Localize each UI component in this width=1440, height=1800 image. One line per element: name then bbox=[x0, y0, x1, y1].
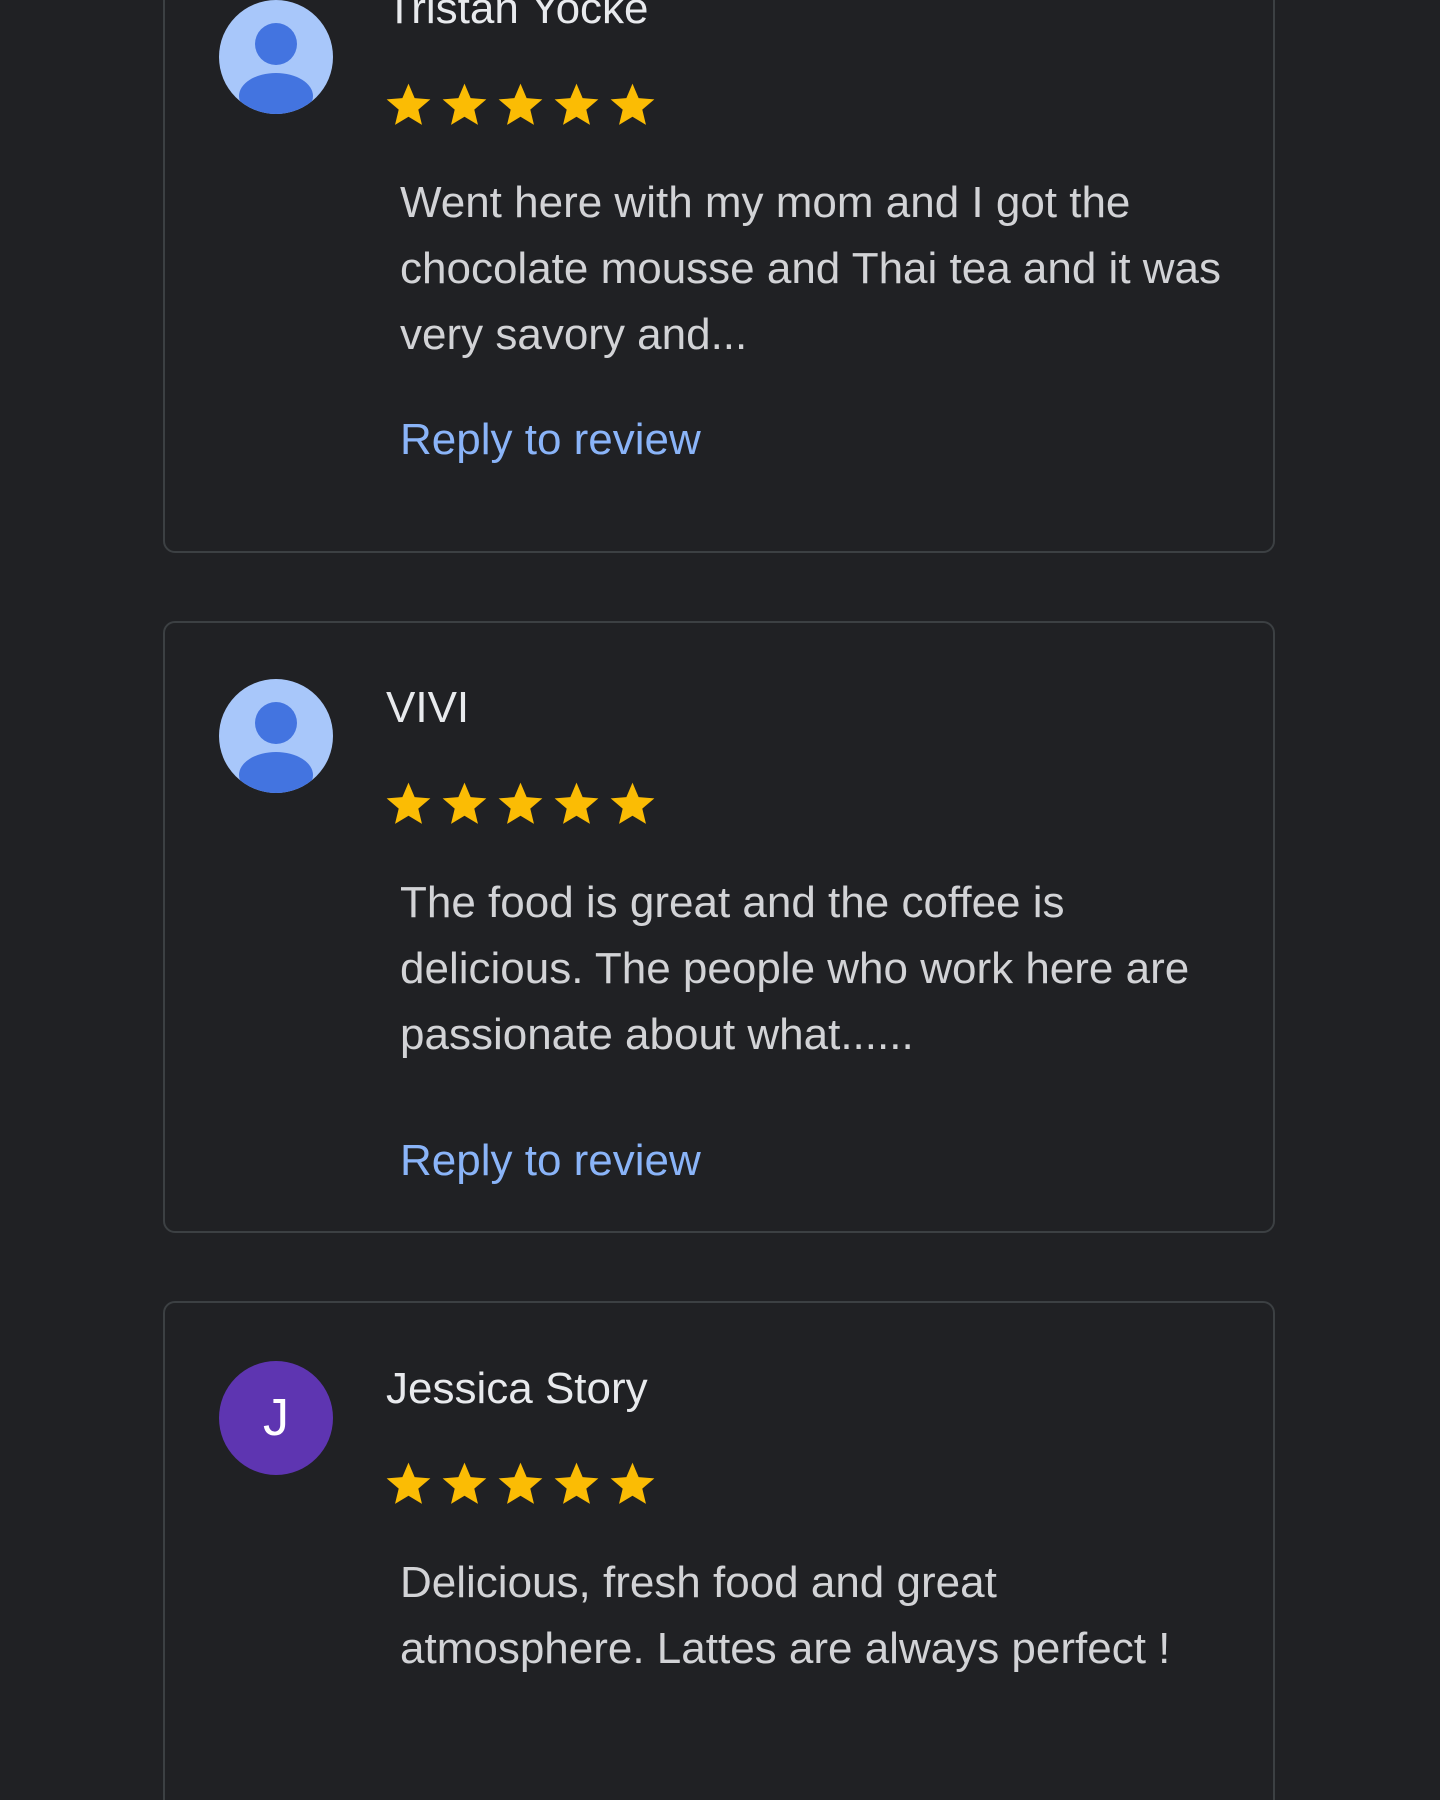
star-icon bbox=[610, 83, 655, 125]
star-icon bbox=[386, 782, 431, 824]
avatar[interactable]: J bbox=[219, 1361, 333, 1475]
star-icon bbox=[442, 1462, 487, 1504]
review-text: Delicious, fresh food and great atmosphe… bbox=[400, 1558, 1171, 1673]
star-rating bbox=[384, 779, 657, 828]
star-rating bbox=[384, 1459, 657, 1508]
review-card: VIVI The food is great and the coffee is… bbox=[163, 621, 1275, 1233]
avatar[interactable] bbox=[219, 679, 333, 793]
reviewer-name[interactable]: VIVI bbox=[386, 683, 469, 733]
default-person-icon bbox=[239, 702, 313, 793]
reply-to-review-link[interactable]: Reply to review bbox=[400, 415, 701, 465]
star-icon bbox=[386, 83, 431, 125]
reviewer-name[interactable]: Tristan Yocke bbox=[386, 0, 649, 34]
default-person-icon bbox=[239, 23, 313, 114]
star-icon bbox=[498, 83, 543, 125]
star-icon bbox=[554, 83, 599, 125]
star-icon bbox=[554, 1462, 599, 1504]
review-text: The food is great and the coffee is deli… bbox=[400, 878, 1190, 1059]
star-icon bbox=[498, 782, 543, 824]
star-icon bbox=[386, 1462, 431, 1504]
star-rating bbox=[384, 80, 657, 129]
star-icon bbox=[442, 782, 487, 824]
star-icon bbox=[498, 1462, 543, 1504]
review-card: J Jessica Story Delicious, fresh food an… bbox=[163, 1301, 1275, 1800]
reply-to-review-link[interactable]: Reply to review bbox=[400, 1136, 701, 1186]
review-text: Went here with my mom and I got the choc… bbox=[400, 178, 1222, 359]
avatar[interactable] bbox=[219, 0, 333, 114]
review-card: Tristan Yocke Went here with my mom and … bbox=[163, 0, 1275, 553]
star-icon bbox=[442, 83, 487, 125]
reviewer-name[interactable]: Jessica Story bbox=[386, 1364, 648, 1414]
star-icon bbox=[554, 782, 599, 824]
star-icon bbox=[610, 1462, 655, 1504]
star-icon bbox=[610, 782, 655, 824]
